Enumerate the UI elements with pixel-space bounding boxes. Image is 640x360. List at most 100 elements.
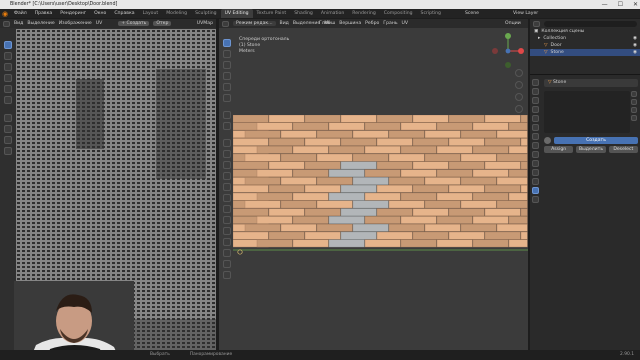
plank-face[interactable]: [233, 208, 269, 216]
plank-face[interactable]: [292, 169, 329, 177]
plank-face[interactable]: [484, 161, 521, 170]
plank-face[interactable]: [304, 231, 341, 240]
plank-face[interactable]: [508, 146, 528, 154]
render-tab-icon[interactable]: [532, 88, 539, 95]
plank-face[interactable]: [472, 146, 509, 154]
visibility-eye-icon[interactable]: ◉: [633, 50, 640, 55]
plank-face[interactable]: [292, 192, 329, 201]
plank-face[interactable]: [376, 184, 413, 193]
plank-face[interactable]: [496, 223, 528, 232]
tab-layout[interactable]: Layout: [139, 9, 163, 18]
uv-map-label[interactable]: UVMap: [197, 21, 213, 26]
uv-editor[interactable]: Вид Выделение Изображение UV + Создать О…: [0, 19, 216, 350]
plank-face[interactable]: [400, 122, 437, 131]
vp-menu-uv[interactable]: UV: [402, 21, 409, 26]
plank-face[interactable]: [400, 239, 437, 248]
vp-add-cube-tool-icon[interactable]: [223, 139, 231, 147]
plank-face[interactable]: [280, 130, 317, 139]
plank-face[interactable]: [520, 184, 528, 193]
plank-face[interactable]: [484, 231, 521, 240]
vp-menu-face[interactable]: Грань: [383, 21, 397, 26]
view-layer-selector[interactable]: View Layer: [513, 11, 538, 16]
plank-face[interactable]: [376, 138, 413, 146]
plank-face[interactable]: [316, 177, 353, 185]
plank-face[interactable]: [280, 153, 317, 162]
plank-face[interactable]: [364, 192, 401, 201]
texture-tab-icon[interactable]: [532, 196, 539, 203]
plank-face[interactable]: [400, 192, 437, 201]
visibility-eye-icon[interactable]: ◉: [633, 43, 640, 48]
stone-face[interactable]: [352, 200, 389, 209]
plank-face[interactable]: [436, 192, 473, 201]
plank-face[interactable]: [496, 130, 528, 139]
plank-face[interactable]: [460, 130, 497, 139]
uv-menu-select[interactable]: Выделение: [27, 21, 54, 26]
grab-tool-icon[interactable]: [4, 125, 12, 133]
particles-tab-icon[interactable]: [532, 151, 539, 158]
plank-face[interactable]: [436, 216, 473, 224]
vp-extrude-tool-icon[interactable]: [223, 150, 231, 158]
perspective-toggle-icon[interactable]: [515, 105, 523, 113]
plank-face[interactable]: [376, 161, 413, 170]
vp-rotate-tool-icon[interactable]: [223, 72, 231, 80]
plank-face[interactable]: [256, 192, 293, 201]
viewport-3d[interactable]: Режим редак... Вид Выделение Меш Вершина…: [219, 19, 528, 350]
plank-face[interactable]: [448, 161, 485, 170]
stone-face[interactable]: [352, 177, 389, 185]
vp-loopcut-tool-icon[interactable]: [223, 183, 231, 191]
stone-face[interactable]: [352, 223, 389, 232]
vp-menu-edge[interactable]: Ребро: [365, 21, 379, 26]
vp-menu-vertex[interactable]: Вершина: [339, 21, 361, 26]
plank-face[interactable]: [508, 169, 528, 177]
plank-face[interactable]: [508, 192, 528, 201]
vp-shear-tool-icon[interactable]: [223, 260, 231, 268]
plank-face[interactable]: [340, 138, 377, 146]
plank-face[interactable]: [388, 153, 425, 162]
plank-face[interactable]: [484, 115, 521, 123]
menu-file[interactable]: Файл: [10, 9, 31, 18]
deselect-button[interactable]: Deselect: [608, 146, 638, 153]
scene-tab-icon[interactable]: [532, 115, 539, 122]
plank-face[interactable]: [292, 122, 329, 131]
select-box-tool-icon[interactable]: [4, 41, 12, 49]
plank-face[interactable]: [484, 138, 521, 146]
plank-face[interactable]: [472, 239, 509, 248]
plank-face[interactable]: [233, 161, 269, 170]
tab-texture-paint[interactable]: Texture Paint: [253, 9, 291, 18]
add-slot-icon[interactable]: [631, 91, 637, 97]
plank-face[interactable]: [436, 122, 473, 131]
plank-face[interactable]: [340, 115, 377, 123]
plank-face[interactable]: [352, 153, 389, 162]
plank-face[interactable]: [316, 130, 353, 139]
outliner-scene-collection[interactable]: ▣ Коллекция сцены: [530, 28, 640, 35]
annotate-tool-icon[interactable]: [4, 114, 12, 122]
minimize-button[interactable]: —: [602, 0, 608, 9]
plank-face[interactable]: [268, 184, 305, 193]
plank-face[interactable]: [256, 216, 293, 224]
navigation-gizmo[interactable]: [491, 31, 525, 71]
vp-polybuild-tool-icon[interactable]: [223, 205, 231, 213]
new-material-button[interactable]: Создать: [554, 137, 638, 144]
plank-face[interactable]: [484, 184, 521, 193]
assign-button[interactable]: Assign: [544, 146, 574, 153]
plank-face[interactable]: [244, 200, 281, 209]
plank-face[interactable]: [292, 216, 329, 224]
visibility-eye-icon[interactable]: ◉: [633, 36, 640, 41]
plank-face[interactable]: [424, 200, 461, 209]
data-tab-icon[interactable]: [532, 178, 539, 185]
plank-face[interactable]: [448, 231, 485, 240]
stone-face[interactable]: [340, 161, 377, 170]
plank-face[interactable]: [436, 169, 473, 177]
move-tool-icon[interactable]: [4, 63, 12, 71]
outliner-row[interactable]: ▽ Door ◉: [530, 42, 640, 49]
plank-face[interactable]: [304, 208, 341, 216]
menu-edit[interactable]: Правка: [31, 9, 56, 18]
vp-inset-tool-icon[interactable]: [223, 161, 231, 169]
outliner-row[interactable]: ▸ Collection ◉: [530, 35, 640, 42]
tool-tab-icon[interactable]: [532, 79, 539, 86]
close-button[interactable]: ✕: [633, 0, 638, 9]
transform-tool-icon[interactable]: [4, 96, 12, 104]
plank-face[interactable]: [412, 115, 449, 123]
plank-face[interactable]: [268, 138, 305, 146]
plank-face[interactable]: [472, 169, 509, 177]
